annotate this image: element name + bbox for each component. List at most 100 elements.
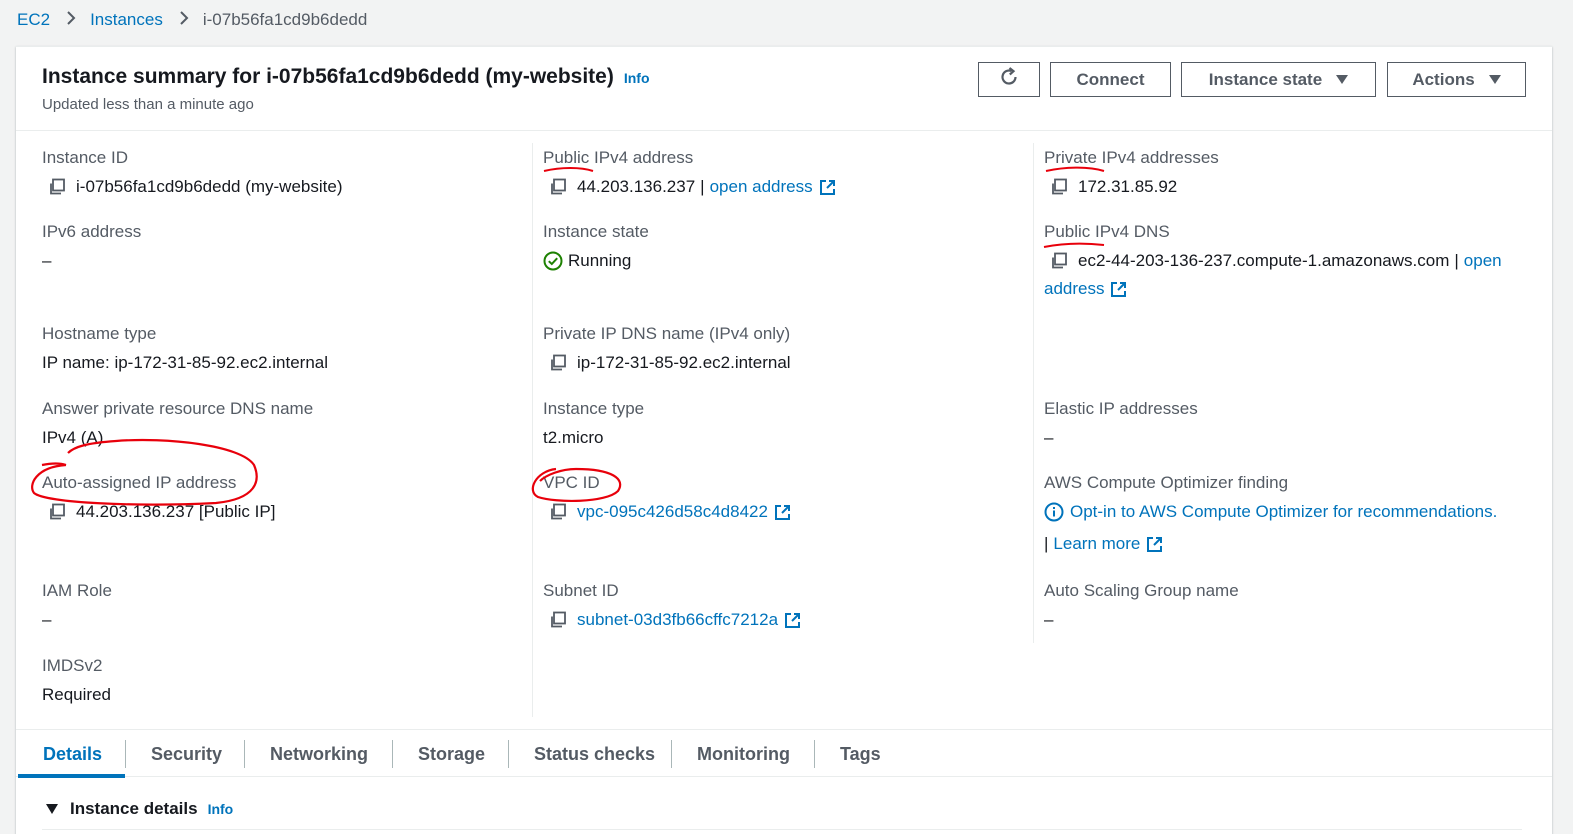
caret-down-icon xyxy=(1336,75,1349,84)
copy-icon[interactable] xyxy=(48,503,66,521)
refresh-button[interactable] xyxy=(978,62,1040,97)
field-public-ipv4: Public IPv4 address 44.203.136.237 | ope… xyxy=(543,148,836,198)
tab-monitoring[interactable]: Monitoring xyxy=(697,730,790,778)
breadcrumb: EC2 Instances i-07b56fa1cd9b6dedd xyxy=(17,8,367,32)
copy-icon[interactable] xyxy=(48,178,66,196)
field-label: Auto Scaling Group name xyxy=(1044,581,1239,600)
column-divider xyxy=(532,143,533,717)
field-iam-role: IAM Role – xyxy=(42,581,112,631)
info-link[interactable]: Info xyxy=(624,70,650,86)
tick-auto-assigned-ip xyxy=(41,462,67,467)
field-label: Elastic IP addresses xyxy=(1044,399,1198,418)
check-circle-icon xyxy=(543,251,563,271)
active-tab-indicator xyxy=(18,774,125,778)
field-label: Public IPv4 address xyxy=(543,148,694,167)
field-value: – xyxy=(42,251,52,270)
tab-status-checks[interactable]: Status checks xyxy=(534,730,655,778)
field-value: t2.micro xyxy=(543,428,604,447)
instance-summary-panel: Instance summary for i-07b56fa1cd9b6dedd… xyxy=(16,46,1552,834)
instance-details-header[interactable]: Instance details Info xyxy=(46,799,233,819)
open-address-link[interactable]: open address xyxy=(710,176,813,198)
field-value: – xyxy=(1044,428,1054,447)
open-address-link[interactable]: address xyxy=(1044,278,1104,300)
field-instance-state: Instance state Running xyxy=(543,222,649,272)
tab-divider xyxy=(671,740,672,768)
opt-in-link[interactable]: Opt-in to AWS Compute Optimizer for reco… xyxy=(1070,501,1497,523)
field-value: 44.203.136.237 xyxy=(577,177,696,196)
field-instance-id: Instance ID i-07b56fa1cd9b6dedd (my-webs… xyxy=(42,148,343,198)
field-hostname-type: Hostname type IP name: ip-172-31-85-92.e… xyxy=(42,324,328,374)
copy-icon[interactable] xyxy=(1050,252,1068,270)
column-divider xyxy=(1033,143,1034,643)
field-label: Private IPv4 addresses xyxy=(1044,148,1219,167)
info-link[interactable]: Info xyxy=(208,801,234,817)
separator: | xyxy=(1454,251,1459,270)
vpc-id-link[interactable]: vpc-095c426d58c4d8422 xyxy=(577,501,768,523)
actions-label: Actions xyxy=(1412,69,1475,89)
tab-networking[interactable]: Networking xyxy=(270,730,368,778)
field-public-dns: Public IPv4 DNS ec2-44-203-136-237.compu… xyxy=(1044,222,1534,300)
field-value: IPv4 (A) xyxy=(42,428,104,447)
field-value: i-07b56fa1cd9b6dedd (my-website) xyxy=(76,177,343,196)
field-subnet-id: Subnet ID subnet-03d3fb66cffc7212a xyxy=(543,581,801,631)
subnet-id-link[interactable]: subnet-03d3fb66cffc7212a xyxy=(577,609,778,631)
field-value: – xyxy=(1044,610,1054,629)
field-imdsv2: IMDSv2 Required xyxy=(42,656,111,706)
section-title-text: Instance details xyxy=(70,799,198,818)
field-value: ip-172-31-85-92.ec2.internal xyxy=(577,353,791,372)
external-link-icon xyxy=(1110,281,1127,298)
external-link-icon xyxy=(1146,536,1163,553)
field-label: Private IP DNS name (IPv4 only) xyxy=(543,324,791,343)
field-label: Subnet ID xyxy=(543,581,619,600)
field-ipv6: IPv6 address – xyxy=(42,222,141,272)
tab-divider xyxy=(244,740,245,768)
caret-down-icon xyxy=(46,804,58,814)
panel-header: Instance summary for i-07b56fa1cd9b6dedd… xyxy=(16,47,1552,131)
tab-divider xyxy=(392,740,393,768)
field-auto-assigned-ip: Auto-assigned IP address 44.203.136.237 … xyxy=(42,473,275,523)
instance-state-button[interactable]: Instance state xyxy=(1181,62,1376,97)
field-label: IAM Role xyxy=(42,581,112,600)
caret-down-icon xyxy=(1488,75,1501,84)
tab-details[interactable]: Details xyxy=(43,730,102,778)
copy-icon[interactable] xyxy=(549,611,567,629)
tab-tags[interactable]: Tags xyxy=(840,730,881,778)
breadcrumb-instances[interactable]: Instances xyxy=(90,10,163,30)
field-label: Answer private resource DNS name xyxy=(42,399,314,418)
copy-icon[interactable] xyxy=(549,503,567,521)
field-value: Required xyxy=(42,685,111,704)
field-value: 44.203.136.237 [Public IP] xyxy=(76,502,276,521)
field-label: Instance state xyxy=(543,222,649,241)
separator: | xyxy=(700,177,705,196)
field-label: Instance type xyxy=(543,399,645,418)
learn-more-link[interactable]: Learn more xyxy=(1053,533,1140,555)
field-elastic-ip: Elastic IP addresses – xyxy=(1044,399,1198,449)
field-label: IMDSv2 xyxy=(42,656,103,675)
updated-text: Updated less than a minute ago xyxy=(42,96,254,113)
field-value: ec2-44-203-136-237.compute-1.amazonaws.c… xyxy=(1078,251,1450,270)
breadcrumb-ec2[interactable]: EC2 xyxy=(17,10,50,30)
copy-icon[interactable] xyxy=(1050,178,1068,196)
copy-icon[interactable] xyxy=(549,354,567,372)
external-link-icon xyxy=(819,179,836,196)
field-vpc-id: VPC ID vpc-095c426d58c4d8422 xyxy=(543,473,791,523)
field-label: VPC ID xyxy=(543,473,600,492)
field-value: – xyxy=(42,610,52,629)
connect-button[interactable]: Connect xyxy=(1050,62,1171,97)
chevron-right-icon xyxy=(66,10,76,31)
separator: | xyxy=(1044,534,1049,553)
page-title: Instance summary for i-07b56fa1cd9b6dedd… xyxy=(42,65,650,89)
field-label: AWS Compute Optimizer finding xyxy=(1044,473,1289,492)
instance-state-label: Instance state xyxy=(1208,69,1323,89)
tab-divider xyxy=(814,740,815,768)
tab-storage[interactable]: Storage xyxy=(418,730,485,778)
external-link-icon xyxy=(784,612,801,629)
field-label: IPv6 address xyxy=(42,222,142,241)
tab-divider xyxy=(125,740,126,768)
actions-button[interactable]: Actions xyxy=(1387,62,1526,97)
open-address-link[interactable]: open xyxy=(1464,250,1502,272)
copy-icon[interactable] xyxy=(549,178,567,196)
tab-security[interactable]: Security xyxy=(151,730,222,778)
field-label: Instance ID xyxy=(42,148,128,167)
field-instance-type: Instance type t2.micro xyxy=(543,399,644,449)
